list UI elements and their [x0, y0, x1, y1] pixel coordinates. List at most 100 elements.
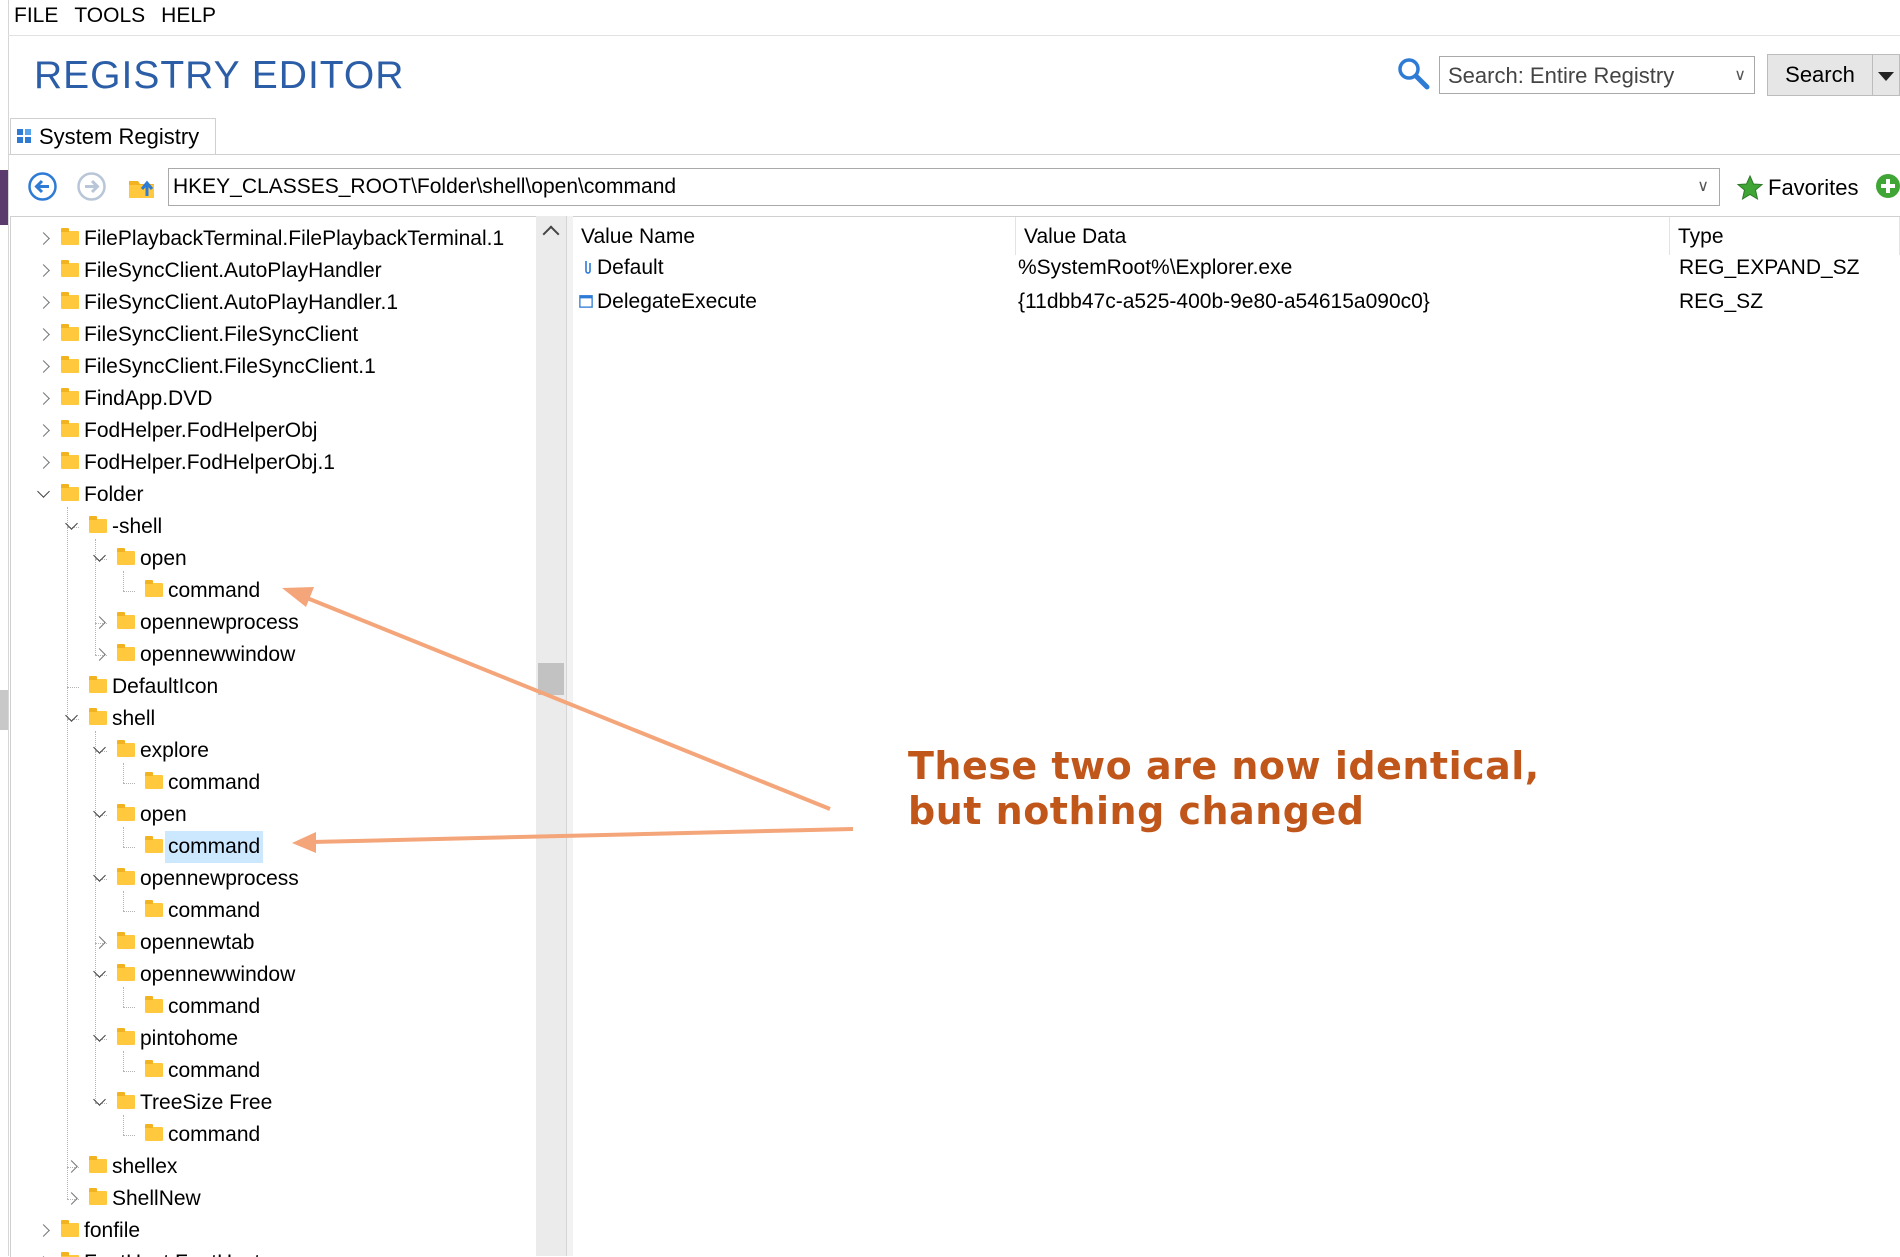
chevron-right-icon[interactable]	[37, 424, 50, 437]
menu-help[interactable]: HELP	[161, 4, 216, 32]
tree-item[interactable]: explore	[11, 735, 531, 767]
folder-icon	[61, 260, 79, 277]
folder-icon	[117, 804, 135, 821]
chevron-down-icon[interactable]	[93, 965, 106, 978]
tree-item[interactable]: TreeSize Free	[11, 1087, 531, 1119]
chevron-down-icon[interactable]	[65, 709, 78, 722]
tree-item[interactable]: FileSyncClient.AutoPlayHandler	[11, 255, 531, 287]
tree-item[interactable]: -shell	[11, 511, 531, 543]
tree-item-label: fonfile	[84, 1219, 141, 1242]
menu-tools[interactable]: TOOLS	[74, 4, 145, 32]
address-bar[interactable]: HKEY_CLASSES_ROOT\Folder\shell\open\comm…	[168, 168, 1720, 206]
folder-icon	[117, 1092, 135, 1109]
menu-file[interactable]: FILE	[14, 4, 58, 32]
scrollbar-thumb[interactable]	[538, 663, 564, 695]
tree-item[interactable]: DefaultIcon	[11, 671, 531, 703]
tree-item[interactable]: FindApp.DVD	[11, 383, 531, 415]
chevron-right-icon[interactable]	[65, 1160, 78, 1173]
add-favorite-icon[interactable]	[1876, 174, 1900, 198]
search-button[interactable]: Search	[1767, 54, 1873, 96]
tree-item[interactable]: fonfile	[11, 1215, 531, 1247]
chevron-down-icon[interactable]: ∨	[1697, 169, 1709, 205]
chevron-down-icon[interactable]	[93, 549, 106, 562]
chevron-down-icon: ∨	[1734, 67, 1746, 84]
chevron-right-icon[interactable]	[37, 1224, 50, 1237]
folder-icon	[117, 932, 135, 949]
tree-item[interactable]: pintohome	[11, 1023, 531, 1055]
tree-item[interactable]: FileSyncClient.FileSyncClient.1	[11, 351, 531, 383]
chevron-down-icon[interactable]	[93, 869, 106, 882]
tree-item[interactable]: command	[11, 767, 531, 799]
column-header-value-data[interactable]: Value Data	[1016, 217, 1670, 255]
chevron-right-icon[interactable]	[37, 264, 50, 277]
tree-item[interactable]: opennewtab	[11, 927, 531, 959]
chevron-right-icon[interactable]	[37, 360, 50, 373]
tree-item[interactable]: shellex	[11, 1151, 531, 1183]
tree-item[interactable]: command	[11, 991, 531, 1023]
forward-arrow-icon[interactable]	[76, 171, 107, 202]
chevron-down-icon[interactable]	[93, 805, 106, 818]
column-header-value-name[interactable]: Value Name	[573, 217, 1016, 255]
tree-item[interactable]: command	[11, 575, 531, 607]
chevron-right-icon[interactable]	[93, 648, 106, 661]
tree-item[interactable]: command	[11, 1119, 531, 1151]
tree-item-label: shellex	[112, 1155, 178, 1178]
chevron-down-icon[interactable]	[93, 1093, 106, 1106]
favorites-button[interactable]: Favorites	[1736, 172, 1858, 204]
tree-item[interactable]: FodHelper.FodHelperObj	[11, 415, 531, 447]
chevron-down-icon[interactable]	[65, 517, 78, 530]
tree-item[interactable]: Folder	[11, 479, 531, 511]
chevron-right-icon[interactable]	[37, 328, 50, 341]
tree-item[interactable]: open	[11, 543, 531, 575]
scroll-up-icon[interactable]	[542, 225, 560, 243]
chevron-right-icon[interactable]	[37, 456, 50, 469]
tree-item-label: opennewwindow	[140, 963, 296, 986]
tree-item[interactable]: opennewwindow	[11, 639, 531, 671]
address-path: HKEY_CLASSES_ROOT\Folder\shell\open\comm…	[173, 175, 677, 198]
search-scope-dropdown[interactable]: Search: Entire Registry ∨	[1439, 56, 1755, 94]
tree-item[interactable]: FodHelper.FodHelperObj.1	[11, 447, 531, 479]
tree-item[interactable]: command	[11, 895, 531, 927]
tree-item-label: FodHelper.FodHelperObj	[84, 419, 318, 442]
tree-item-label: command	[165, 831, 264, 863]
tree-item[interactable]: opennewprocess	[11, 607, 531, 639]
chevron-right-icon[interactable]	[93, 936, 106, 949]
chevron-right-icon[interactable]	[37, 392, 50, 405]
tree-item[interactable]: command	[11, 1055, 531, 1087]
tab-system-registry[interactable]: System Registry	[10, 118, 217, 154]
divider	[8, 35, 1900, 36]
chevron-right-icon[interactable]	[37, 232, 50, 245]
value-type: REG_SZ	[1679, 290, 1764, 313]
values-list[interactable]: Value Name Value Data Type Default %Syst…	[573, 216, 1900, 1257]
chevron-down-icon[interactable]	[93, 1029, 106, 1042]
calendar-value-icon	[579, 295, 593, 308]
column-header-type[interactable]: Type	[1670, 217, 1900, 255]
tree-item[interactable]: FileSyncClient.AutoPlayHandler.1	[11, 287, 531, 319]
search-options-dropdown-button[interactable]	[1873, 54, 1900, 96]
tree-item-label: FilePlaybackTerminal.FilePlaybackTermina…	[84, 227, 505, 250]
tree-item[interactable]: opennewwindow	[11, 959, 531, 991]
tree-item-label: FileSyncClient.FileSyncClient	[84, 323, 359, 346]
tree-item[interactable]: shell	[11, 703, 531, 735]
tree-item[interactable]: ShellNew	[11, 1183, 531, 1215]
chevron-right-icon[interactable]	[37, 296, 50, 309]
chevron-right-icon[interactable]	[65, 1192, 78, 1205]
tree-item-label: command	[168, 579, 261, 602]
back-arrow-icon[interactable]	[27, 171, 58, 202]
folder-icon	[89, 708, 107, 725]
search-icon[interactable]	[1395, 55, 1431, 91]
folder-icon	[61, 452, 79, 469]
registry-tree[interactable]: FilePlaybackTerminal.FilePlaybackTermina…	[10, 216, 537, 1257]
parent-folder-icon[interactable]	[127, 171, 158, 202]
folder-icon	[145, 836, 163, 853]
tree-item[interactable]: open	[11, 799, 531, 831]
tree-item[interactable]: command	[11, 831, 531, 863]
tree-item[interactable]: FileSyncClient.FileSyncClient	[11, 319, 531, 351]
chevron-down-icon[interactable]	[37, 485, 50, 498]
chevron-right-icon[interactable]	[93, 616, 106, 629]
tree-item[interactable]: FilePlaybackTerminal.FilePlaybackTermina…	[11, 223, 531, 255]
tree-scrollbar[interactable]	[536, 216, 566, 1256]
folder-icon	[117, 612, 135, 629]
tree-item[interactable]: opennewprocess	[11, 863, 531, 895]
chevron-down-icon[interactable]	[93, 741, 106, 754]
